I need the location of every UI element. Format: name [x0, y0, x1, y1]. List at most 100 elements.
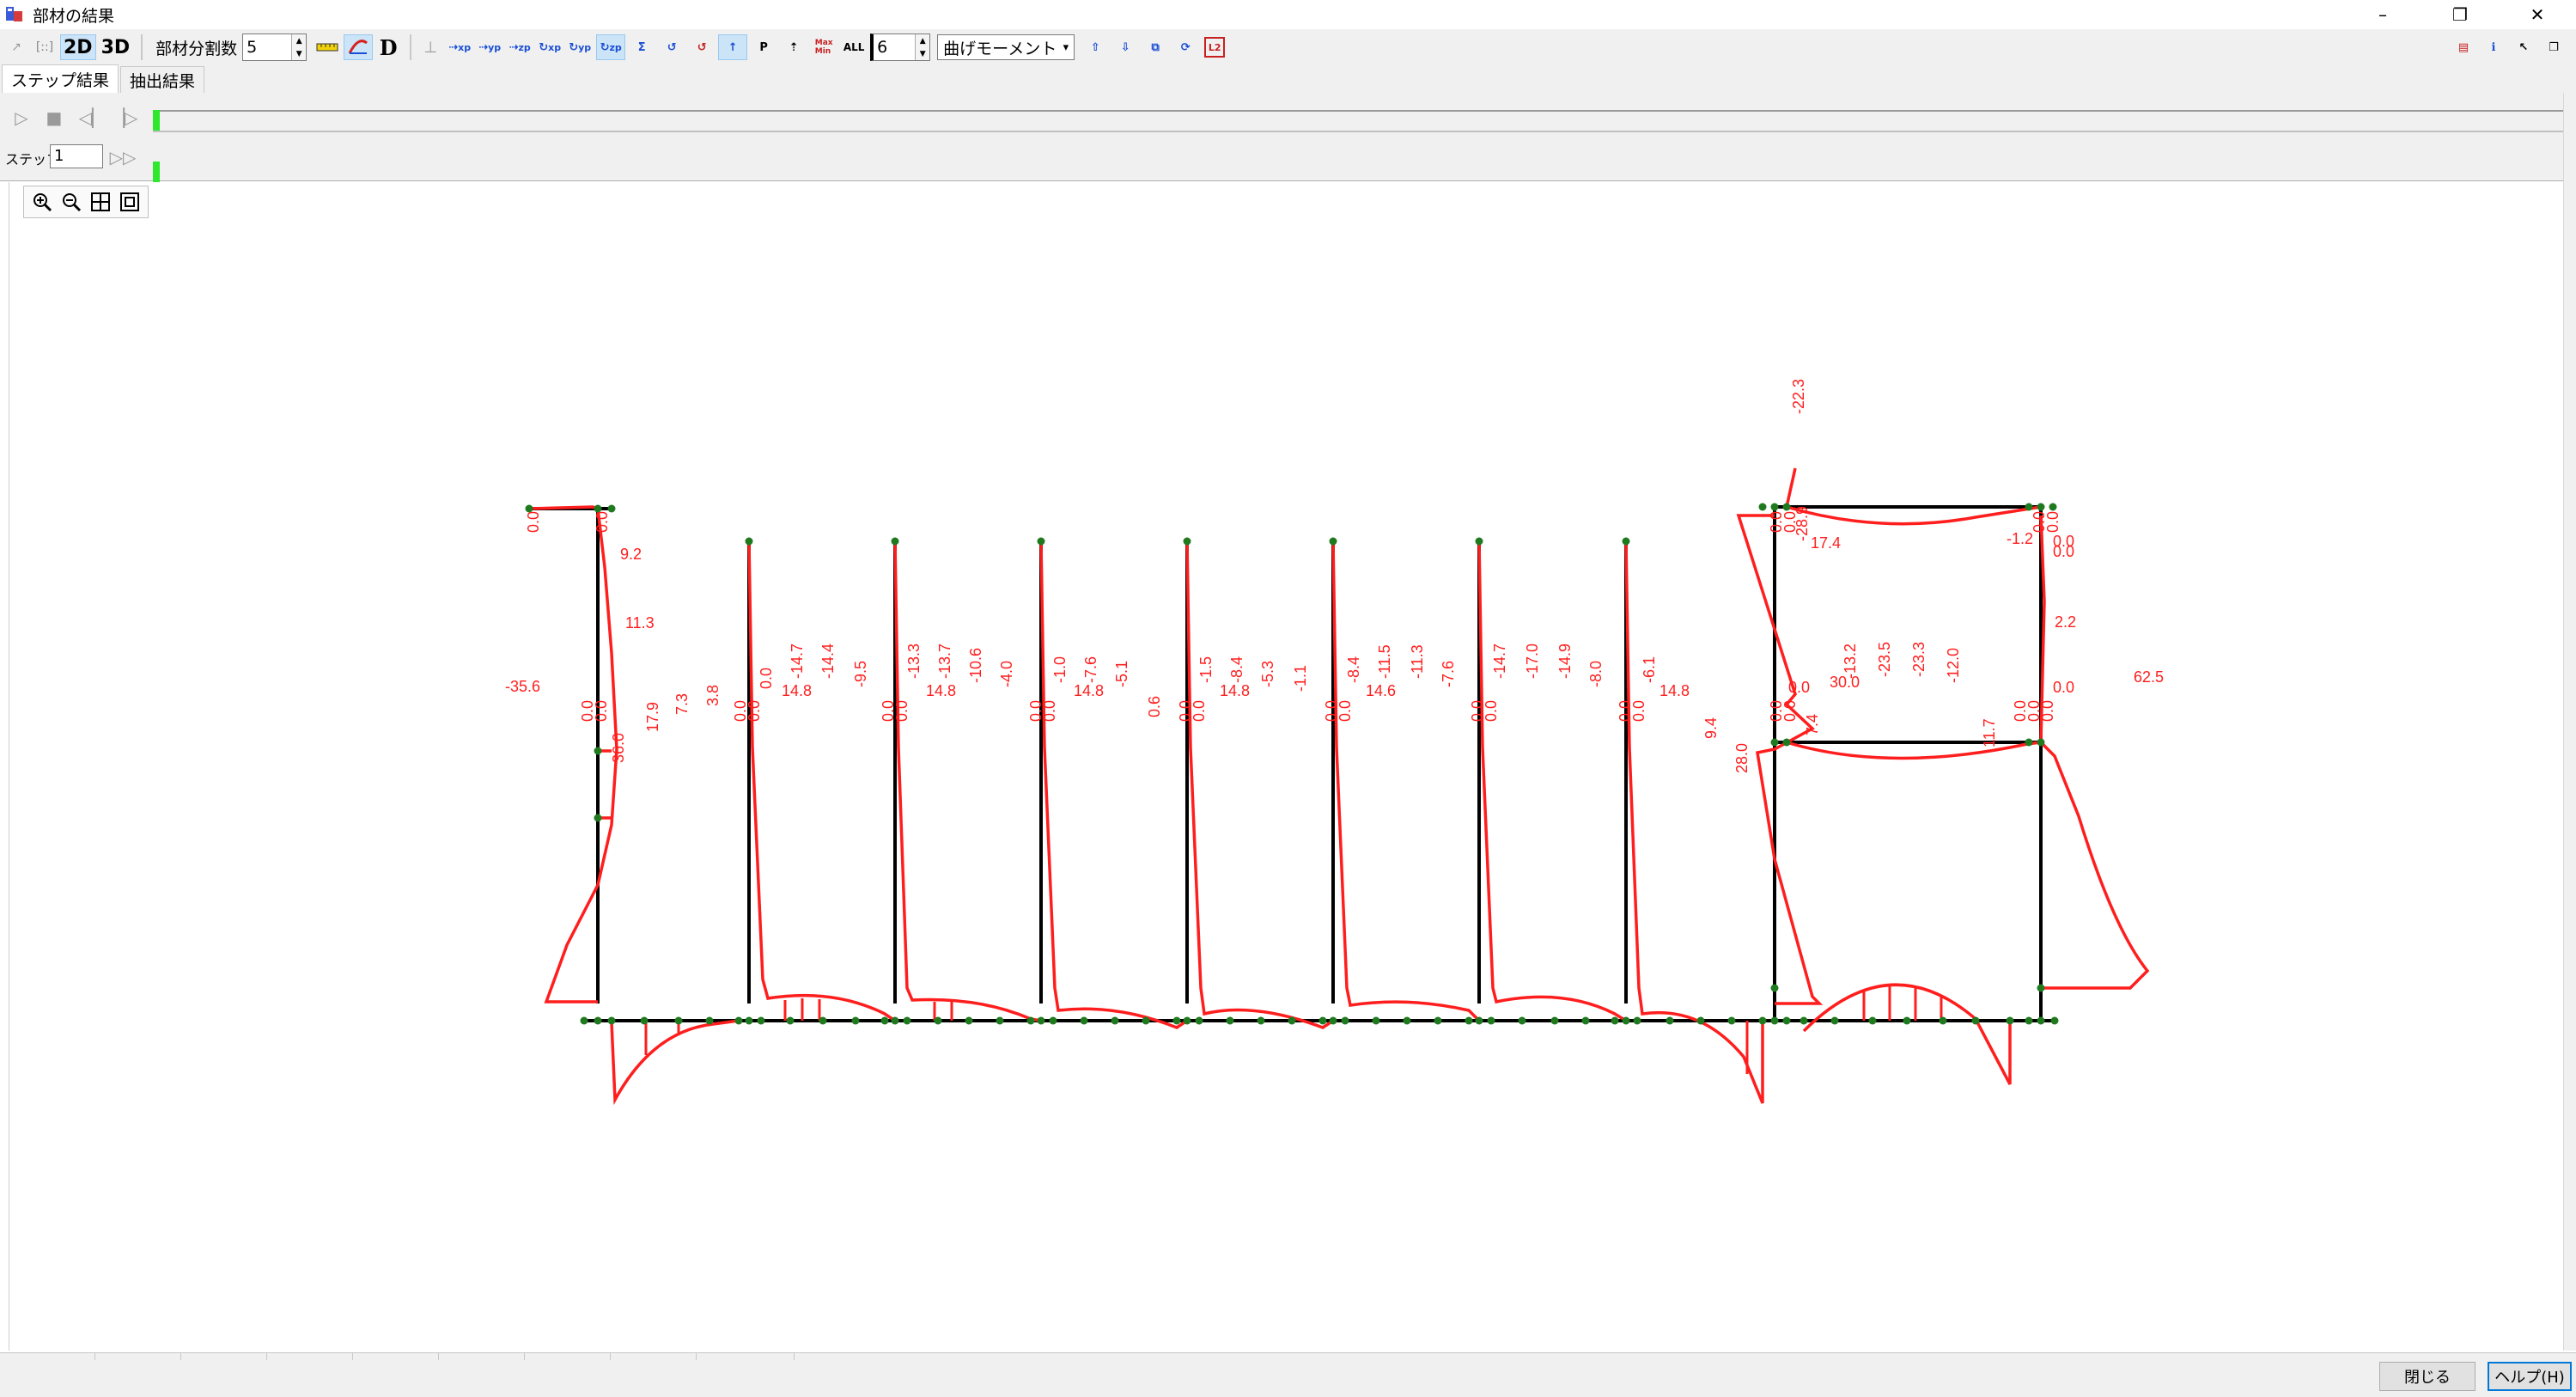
moment-value-label: -8.4: [1228, 656, 1245, 683]
node-dot: [1372, 1016, 1380, 1025]
moment-value-label: -13.2: [1842, 644, 1859, 679]
moment-value-label: 14.8: [1074, 682, 1104, 699]
node-dot: [1770, 984, 1779, 992]
node-dot: [2025, 738, 2033, 747]
moment-curve: [610, 1019, 740, 1106]
node-dot: [594, 747, 602, 755]
moment-value-label: -23.3: [1910, 642, 1927, 677]
moment-curve: [528, 505, 618, 1004]
moment-value-label: -8.0: [1587, 661, 1605, 687]
node-dot: [786, 1016, 795, 1025]
node-dot: [891, 537, 899, 546]
moment-value-label: 0.0: [1041, 700, 1058, 722]
moment-value-label: 0.0: [746, 700, 763, 722]
node-dot: [1800, 1016, 1808, 1025]
moment-value-label: 62.5: [2134, 668, 2164, 686]
node-dot: [1782, 1016, 1791, 1025]
node-dot: [2025, 1016, 2033, 1025]
node-dot: [1696, 1016, 1705, 1025]
status-segment: [696, 1353, 795, 1360]
structure-frame: [529, 505, 2055, 1022]
moment-value-label: 17.9: [644, 702, 661, 732]
moment-value-label: 0.0: [758, 668, 775, 689]
moment-value-label: -28.9: [1793, 506, 1811, 541]
moment-value-label: 0.0: [2039, 700, 2056, 722]
moment-value-label: 36.0: [610, 733, 627, 763]
status-bar: 閉じる ヘルプ(H): [0, 1352, 2576, 1397]
moment-value-label: -7.6: [1440, 661, 1457, 687]
node-dot: [1475, 1016, 1483, 1025]
moment-value-label: -17.0: [1524, 644, 1541, 679]
moment-value-label: -5.1: [1113, 661, 1130, 687]
node-dot: [1758, 503, 1767, 511]
status-segment: [180, 1353, 267, 1360]
moment-value-label: 11.7: [1981, 718, 1998, 747]
moment-value-label: 28.0: [1733, 743, 1751, 773]
node-dot: [1037, 537, 1045, 546]
node-dot: [1183, 1016, 1191, 1025]
moment-value-label: -8.4: [1345, 656, 1362, 683]
node-dot: [1622, 537, 1630, 546]
moment-value-label: -14.4: [819, 644, 837, 679]
moment-value-label: -6.1: [1641, 656, 1658, 683]
moment-value-label: -1.0: [1051, 656, 1069, 683]
node-dot: [1142, 1016, 1150, 1025]
node-dot: [1770, 503, 1779, 511]
moment-value-label: -22.3: [1790, 379, 1807, 414]
moment-value-label: 0.0: [1781, 700, 1799, 722]
node-dot: [1770, 738, 1779, 747]
node-dot: [880, 1016, 889, 1025]
moment-value-label: 0.0: [1191, 700, 1208, 722]
moment-value-label: 9.4: [1702, 717, 1720, 739]
node-dot: [1318, 1016, 1327, 1025]
moment-value-label: 0.0: [893, 700, 910, 722]
moment-value-label: 0.0: [2044, 511, 2061, 533]
moment-curve: [1331, 540, 1481, 1022]
node-dot: [1903, 1016, 1911, 1025]
moment-value-label: 7.3: [673, 693, 691, 715]
moment-curve: [893, 540, 1042, 1022]
node-dot: [1183, 537, 1191, 546]
moment-value-label: 0.0: [1337, 700, 1354, 722]
node-dot: [1581, 1016, 1590, 1025]
status-segment: [610, 1353, 697, 1360]
moment-value-label: 0.0: [1483, 700, 1500, 722]
node-dot: [1770, 1016, 1779, 1025]
moment-value-label: -12.0: [1945, 648, 1962, 683]
status-segment: [524, 1353, 611, 1360]
moment-value-label: -1.1: [1292, 665, 1309, 692]
node-dot: [607, 1016, 616, 1025]
node-dot: [1971, 1016, 1980, 1025]
node-dot: [2049, 503, 2057, 511]
moment-value-label: -14.9: [1556, 644, 1574, 679]
moment-value-label: -1.5: [1197, 656, 1215, 683]
node-dot: [1758, 1016, 1767, 1025]
moment-value-label: 14.6: [1366, 682, 1396, 699]
status-segment: [0, 1353, 95, 1360]
moment-curve: [747, 540, 896, 1022]
node-dot: [674, 1016, 683, 1025]
vertical-scrollbar[interactable]: [2563, 93, 2576, 1351]
moment-value-label: 0.0: [525, 511, 542, 533]
node-dot: [757, 1016, 765, 1025]
close-button[interactable]: 閉じる: [2379, 1362, 2476, 1391]
node-dot: [1830, 1016, 1839, 1025]
moment-value-label: 0.0: [1788, 679, 1810, 696]
node-dot: [891, 1016, 899, 1025]
node-dot: [745, 537, 753, 546]
node-dot: [594, 1016, 602, 1025]
node-dot: [1049, 1016, 1057, 1025]
moment-value-label: 0.0: [2053, 679, 2074, 696]
node-dot: [2006, 1016, 2014, 1025]
node-dot: [745, 1016, 753, 1025]
node-dot: [1080, 1016, 1088, 1025]
moment-value-label: 14.8: [782, 682, 812, 699]
node-dot: [1434, 1016, 1442, 1025]
moment-value-label: 0.0: [593, 700, 610, 722]
moment-curves: [528, 467, 2150, 1106]
help-button[interactable]: ヘルプ(H): [2488, 1362, 2572, 1391]
node-dot: [1622, 1016, 1630, 1025]
moment-curve: [1624, 540, 1764, 1104]
node-dot: [1257, 1016, 1265, 1025]
node-dot: [1487, 1016, 1495, 1025]
